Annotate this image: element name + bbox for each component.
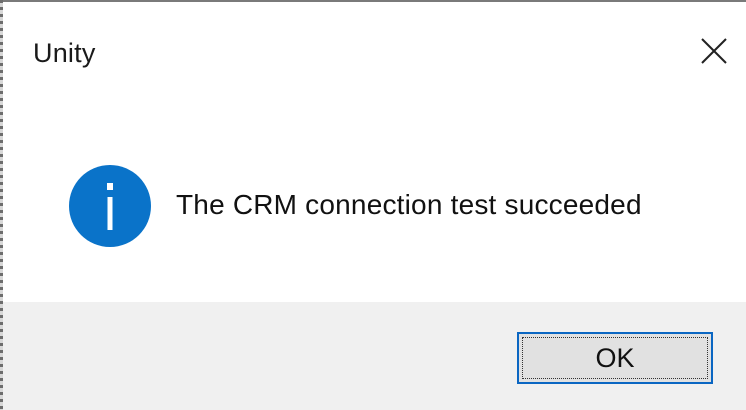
screenshot: Unity The CRM connection test succeeded … bbox=[0, 0, 746, 410]
message-dialog: Unity The CRM connection test succeeded … bbox=[3, 2, 746, 410]
close-icon bbox=[701, 38, 727, 64]
close-button[interactable] bbox=[689, 26, 739, 76]
message-text: The CRM connection test succeeded bbox=[176, 189, 642, 220]
dialog-content: The CRM connection test succeeded bbox=[3, 94, 746, 302]
dialog-title: Unity bbox=[33, 38, 96, 68]
info-icon bbox=[69, 165, 151, 247]
dialog-footer: OK bbox=[3, 302, 746, 410]
ok-button[interactable]: OK bbox=[517, 332, 713, 384]
